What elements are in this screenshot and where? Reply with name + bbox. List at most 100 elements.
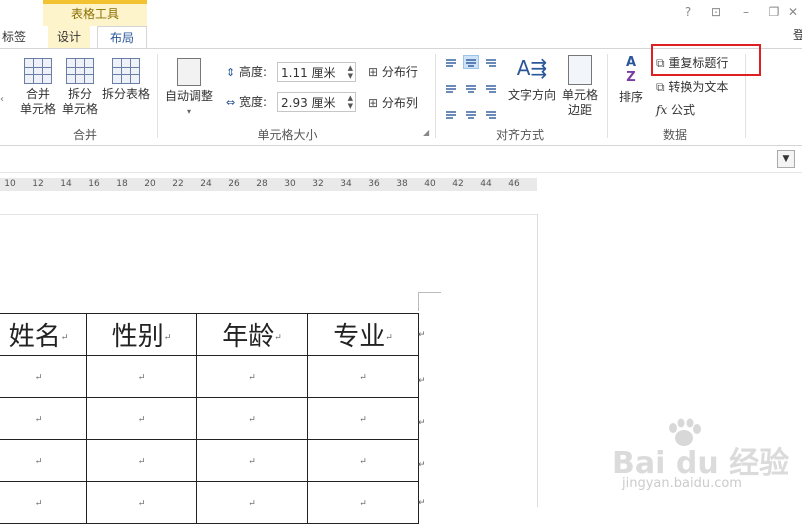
restore-button[interactable]: ❐: [765, 4, 783, 20]
split-table-icon: [112, 58, 140, 84]
highlight-box: [651, 44, 761, 76]
table-cell[interactable]: ↵: [196, 355, 308, 398]
dropdown-arrow-icon[interactable]: ▼: [777, 150, 795, 168]
sort-button[interactable]: AZ 排序: [613, 55, 649, 105]
distribute-rows-button[interactable]: ⊞ 分布行: [368, 62, 418, 82]
row-end-mark: ↵: [418, 330, 426, 340]
spinner-arrows-icon[interactable]: ▲ ▼: [348, 64, 353, 80]
table-cell[interactable]: ↵: [86, 355, 197, 398]
ruler-tick: 38: [396, 179, 408, 189]
table-cell[interactable]: 年龄↵: [196, 313, 308, 356]
document-table[interactable]: 姓名↵ 性别↵ 年龄↵ 专业↵ ↵ ↵ ↵ ↵ ↵ ↵ ↵ ↵ ↵ ↵ ↵ ↵ …: [0, 313, 419, 524]
tab-design[interactable]: 设计: [48, 26, 90, 48]
table-cell[interactable]: ↵: [196, 439, 308, 482]
table-cell[interactable]: 专业↵: [307, 313, 419, 356]
table-cell[interactable]: ↵: [307, 439, 419, 482]
merge-cells-button[interactable]: 合并 单元格: [16, 58, 60, 117]
split-cells-button[interactable]: 拆分 单元格: [58, 58, 102, 117]
merge-cells-icon: [24, 58, 52, 84]
ruler-tick: 10: [4, 179, 16, 189]
ruler-tick: 12: [32, 179, 44, 189]
cell-end-mark: ↵: [274, 333, 282, 343]
table-cell[interactable]: ↵: [0, 397, 87, 440]
autofit-label: 自动调整: [164, 89, 213, 103]
cell-end-mark: ↵: [359, 498, 367, 509]
table-header-row: 姓名↵ 性别↵ 年龄↵ 专业↵: [0, 313, 419, 356]
table-cell[interactable]: ↵: [86, 439, 197, 482]
align-bottom-center-button[interactable]: [463, 107, 479, 121]
spinner-arrows-icon[interactable]: ▲ ▼: [348, 94, 353, 110]
dialog-launcher-icon[interactable]: ◢: [423, 128, 429, 137]
close-button[interactable]: ✕: [784, 4, 802, 20]
width-row: ⇔ 宽度:: [226, 92, 267, 112]
ruler-tick: 32: [312, 179, 324, 189]
cell-end-mark: ↵: [34, 498, 43, 509]
align-middle-right-button[interactable]: [483, 81, 499, 95]
width-input[interactable]: 2.93 厘米 ▲ ▼: [277, 92, 356, 112]
minimize-button[interactable]: –: [737, 4, 755, 20]
page-right-edge: [537, 214, 538, 507]
ruler-tick: 18: [116, 179, 128, 189]
header-name: 姓名: [8, 322, 61, 352]
watermark-url: jingyan.baidu.com: [622, 476, 742, 491]
ruler-tick: 14: [60, 179, 72, 189]
autofit-button[interactable]: 自动调整 ▾: [162, 58, 216, 119]
formula-button[interactable]: fx 公式: [656, 100, 695, 120]
table-row: ↵ ↵ ↵ ↵: [0, 355, 419, 398]
split-cells-icon: [66, 58, 94, 84]
table-cell[interactable]: 性别↵: [86, 313, 197, 356]
header-major: 专业: [333, 322, 386, 352]
table-cell[interactable]: 姓名↵: [0, 313, 87, 356]
align-middle-left-button[interactable]: [443, 81, 459, 95]
align-top-left-button[interactable]: [443, 55, 459, 69]
align-bottom-right-button[interactable]: [483, 107, 499, 121]
cell-end-mark: ↵: [34, 372, 43, 383]
cell-margins-icon: [568, 55, 592, 85]
sign-in-link[interactable]: 登: [793, 26, 802, 43]
header-age: 年龄: [222, 322, 275, 352]
table-cell[interactable]: ↵: [0, 439, 87, 482]
align-bottom-left-button[interactable]: [443, 107, 459, 121]
group-divider: [607, 54, 608, 138]
ruler-tick: 30: [284, 179, 296, 189]
cell-end-mark: ↵: [248, 456, 256, 467]
cell-end-mark: ↵: [359, 372, 367, 383]
ribbon-display-button[interactable]: ⊡: [707, 4, 725, 20]
distribute-cols-button[interactable]: ⊞ 分布列: [368, 93, 418, 113]
table-cell[interactable]: ↵: [196, 397, 308, 440]
table-cell[interactable]: ↵: [86, 481, 197, 524]
table-cell[interactable]: ↵: [307, 397, 419, 440]
table-cell[interactable]: ↵: [307, 355, 419, 398]
cell-end-mark: ↵: [34, 456, 43, 467]
cell-margins-button[interactable]: 单元格 边距: [558, 55, 602, 118]
cell-end-mark: ↵: [385, 333, 393, 343]
align-top-center-button[interactable]: [463, 55, 479, 69]
width-value: 2.93 厘米: [281, 96, 336, 110]
table-cell[interactable]: ↵: [0, 355, 87, 398]
table-cell[interactable]: ↵: [86, 397, 197, 440]
width-label: 宽度:: [239, 95, 268, 109]
table-cell[interactable]: ↵: [307, 481, 419, 524]
align-top-right-button[interactable]: [483, 55, 499, 69]
scroll-left-icon[interactable]: ‹: [0, 94, 4, 105]
convert-to-text-button[interactable]: ⧉ 转换为文本: [656, 77, 728, 97]
tab-layout[interactable]: 布局: [97, 26, 147, 49]
text-direction-icon: A⇶: [516, 56, 548, 80]
page-top-edge: [0, 214, 537, 215]
table-cell[interactable]: ↵: [196, 481, 308, 524]
table-row: ↵ ↵ ↵ ↵: [0, 439, 419, 482]
sort-icon: AZ: [625, 55, 637, 85]
cell-margins-label: 单元格 边距: [561, 88, 598, 117]
formula-label: 公式: [671, 103, 696, 117]
ribbon-collapsed-bar: [0, 148, 802, 173]
text-direction-button[interactable]: A⇶ 文字方向: [507, 55, 557, 103]
help-button[interactable]: ?: [679, 4, 697, 20]
tab-label[interactable]: 标签: [0, 26, 28, 48]
height-row: ⇕ 高度:: [226, 62, 267, 82]
height-input[interactable]: 1.11 厘米 ▲ ▼: [277, 62, 356, 82]
split-table-button[interactable]: 拆分表格: [100, 58, 152, 102]
ruler-tick: 40: [424, 179, 436, 189]
table-cell[interactable]: ↵: [0, 481, 87, 524]
align-middle-center-button[interactable]: [463, 81, 479, 95]
margin-corner-mark: [418, 292, 441, 311]
